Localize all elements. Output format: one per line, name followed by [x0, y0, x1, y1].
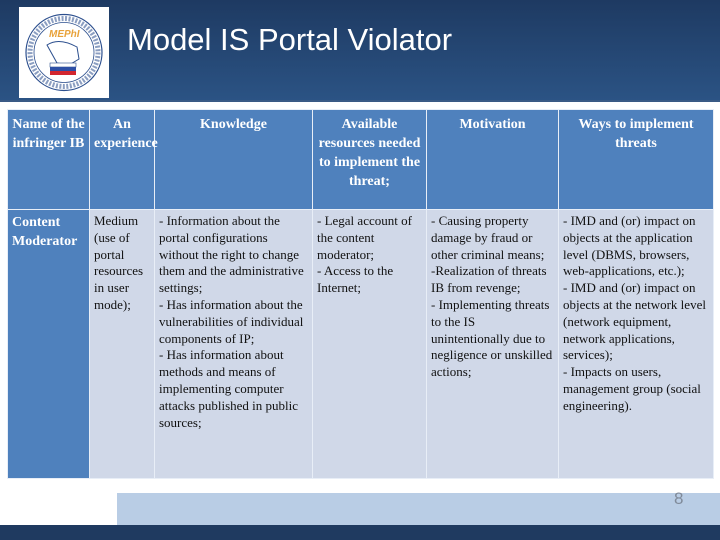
resource-item: - Access to the Internet; [317, 263, 394, 296]
motivation-item: -Realization of threats IB from revenge; [431, 263, 547, 296]
svg-text:MEPhI: MEPhI [49, 29, 80, 40]
knowledge-item: - Has information about methods and mean… [159, 347, 299, 430]
violator-model-table: Name of the infringer IB An experience K… [7, 109, 714, 479]
table-header-row: Name of the infringer IB An experience K… [7, 109, 714, 210]
cell-resources: - Legal account of the content moderator… [312, 209, 427, 479]
cell-knowledge: - Information about the portal configura… [154, 209, 313, 479]
footer-band [117, 493, 720, 526]
page-title: Model IS Portal Violator [127, 22, 453, 57]
ways-item: - IMD and (or) impact on objects at the … [563, 280, 706, 363]
header-experience: An experience [89, 109, 158, 210]
header-resources: Available resources needed to implement … [312, 109, 427, 210]
cell-motivation: - Causing property damage by fraud or ot… [426, 209, 559, 479]
mephi-logo-icon: MEPhI [25, 13, 103, 92]
page-number: 8 [674, 489, 684, 508]
mephi-logo: MEPhI [19, 7, 109, 98]
header-ways: Ways to implement threats [558, 109, 714, 210]
ways-item: - IMD and (or) impact on objects at the … [563, 213, 696, 279]
knowledge-item: - Has information about the vulnerabilit… [159, 296, 304, 346]
header-motivation: Motivation [426, 109, 559, 210]
header-infringer-name: Name of the infringer IB [7, 109, 90, 210]
cell-infringer-name: Content Moderator [7, 209, 90, 479]
motivation-item: - Causing property damage by fraud or ot… [431, 213, 545, 262]
resource-item: - Legal account of the content moderator… [317, 213, 412, 262]
cell-ways: - IMD and (or) impact on objects at the … [558, 209, 714, 479]
header-knowledge: Knowledge [154, 109, 313, 210]
table-row: Content Moderator Medium (use of portal … [7, 209, 714, 479]
cell-experience: Medium (use of portal resources in user … [89, 209, 155, 479]
ways-item: - Impacts on users, management group (so… [563, 364, 701, 413]
motivation-item: - Implementing threats to the IS uninten… [431, 296, 553, 380]
header-divider [0, 100, 720, 102]
knowledge-item: - Information about the portal configura… [159, 213, 304, 296]
footer-bar [0, 525, 720, 540]
